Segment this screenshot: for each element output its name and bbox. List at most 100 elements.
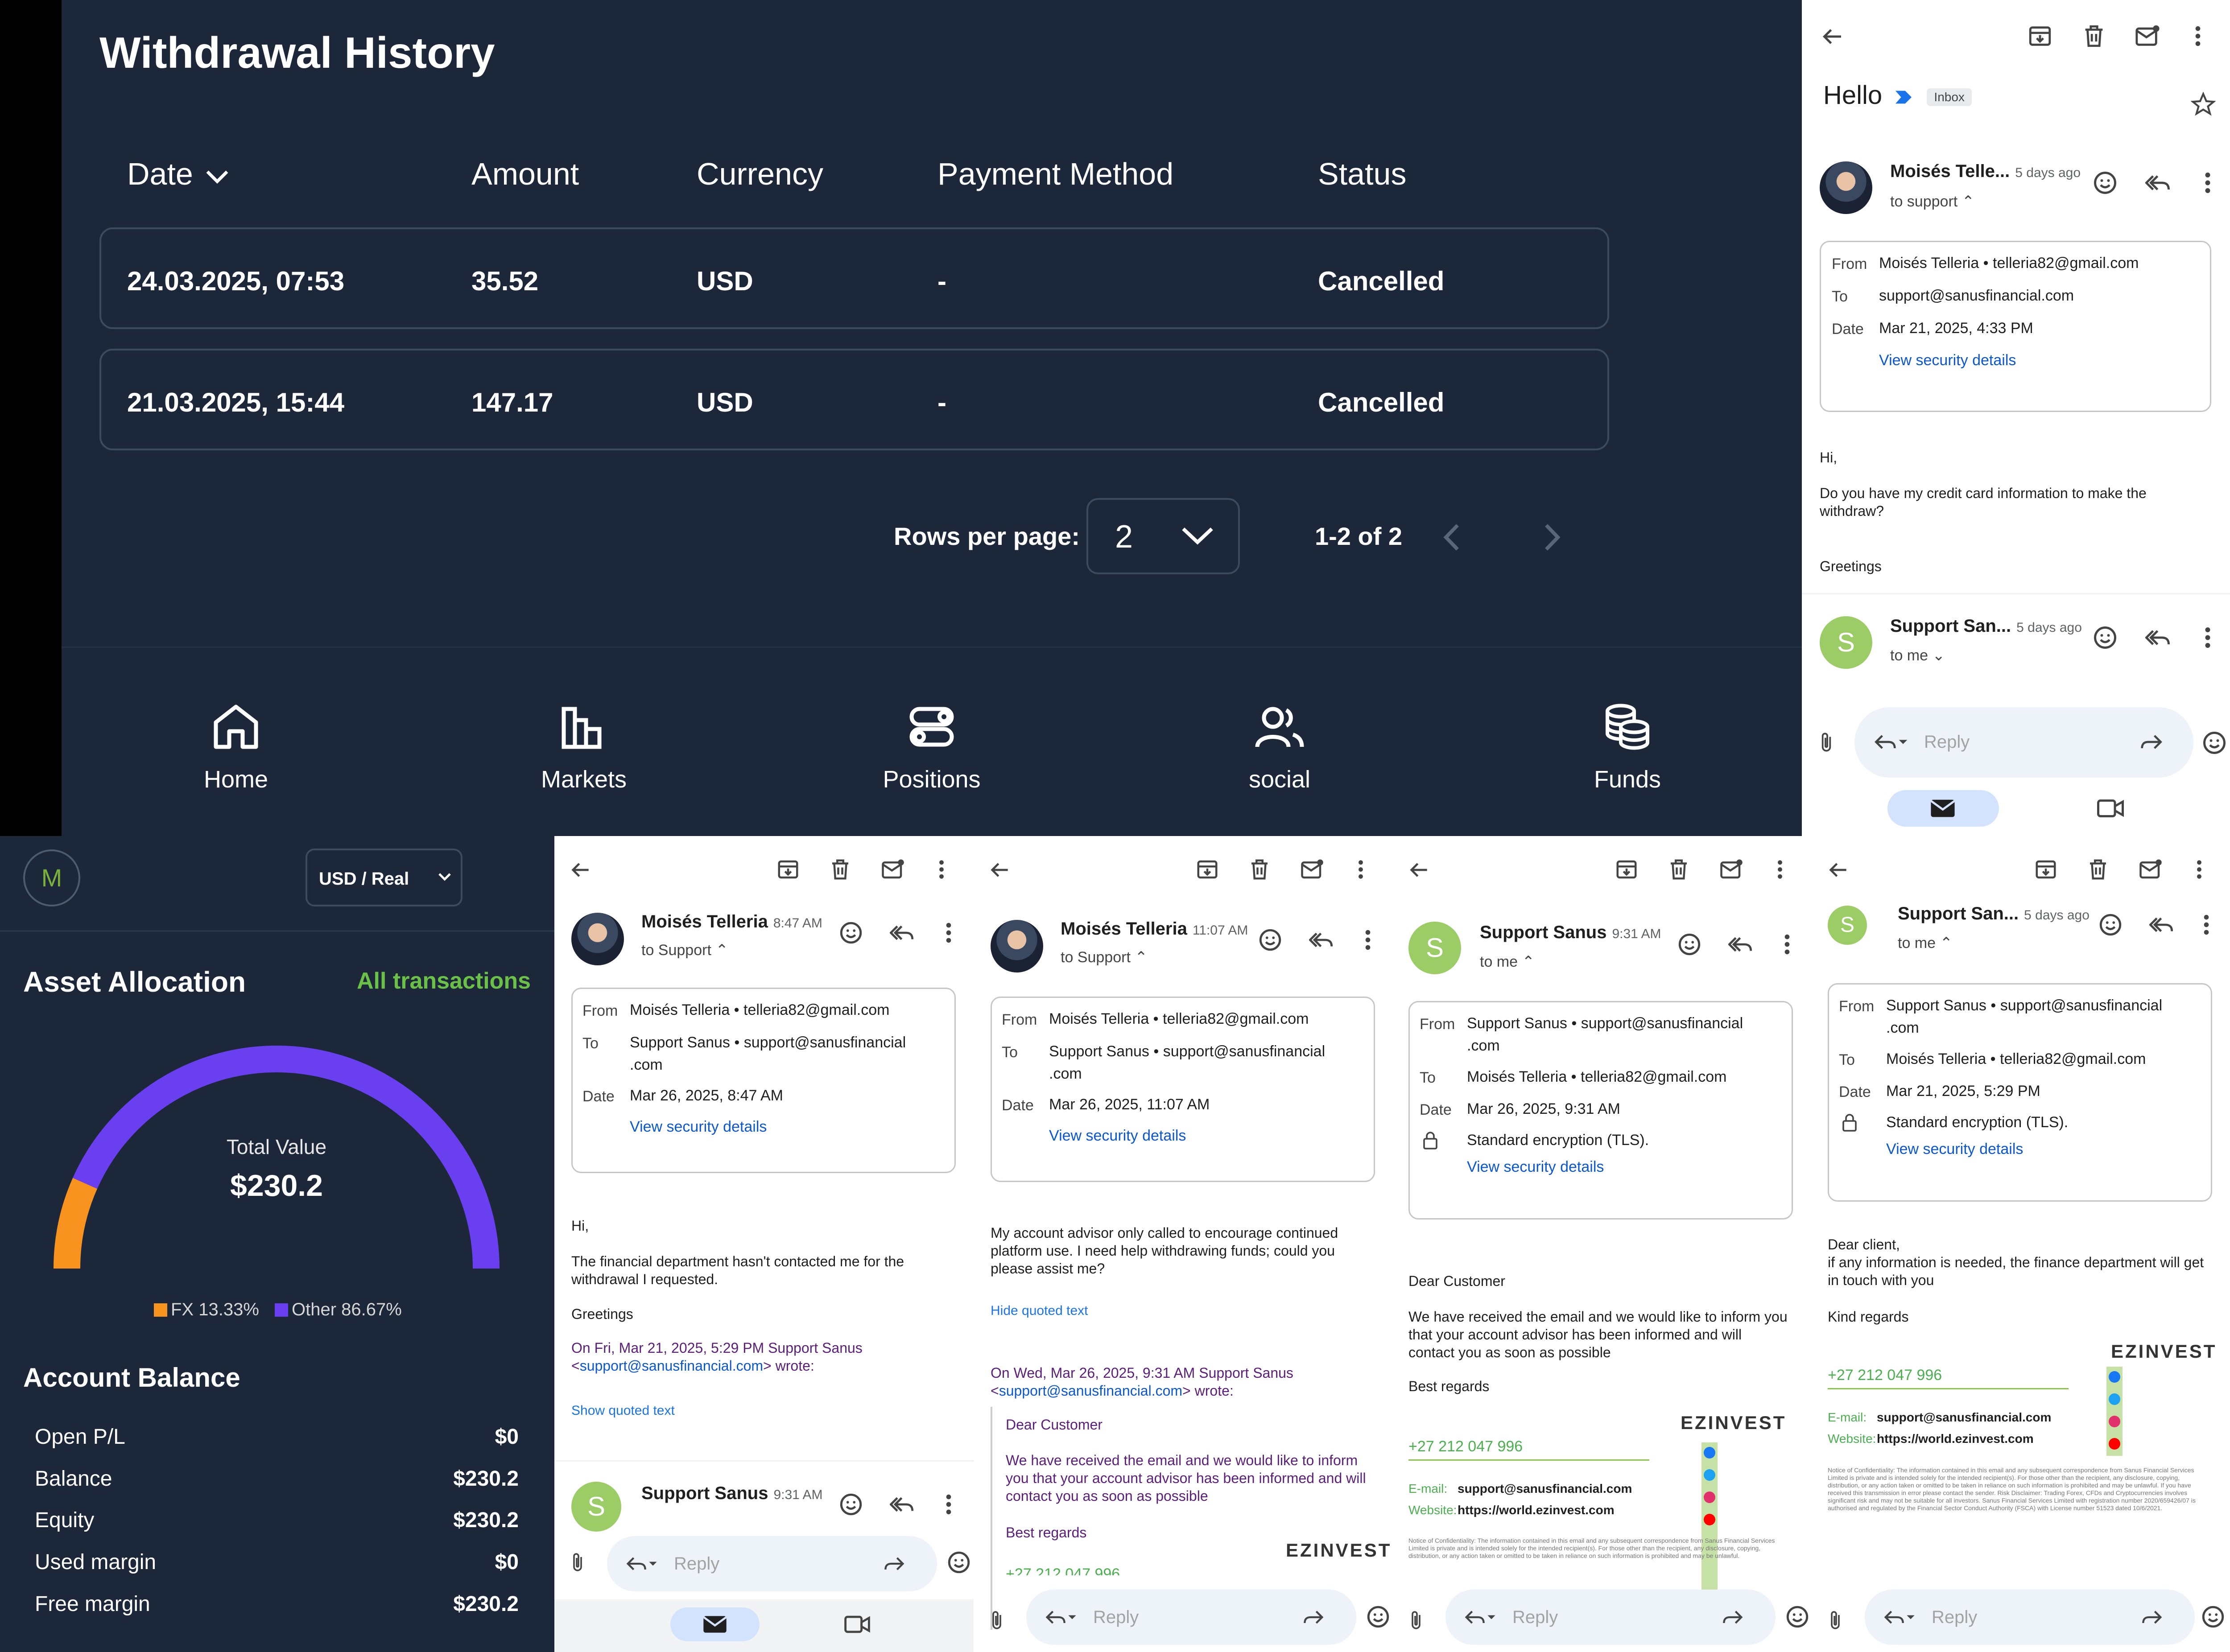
forward-icon[interactable] bbox=[2141, 1606, 2164, 1629]
emoji-icon[interactable] bbox=[946, 1549, 972, 1575]
video-icon[interactable] bbox=[2097, 797, 2124, 820]
video-icon[interactable] bbox=[844, 1614, 870, 1635]
more-vert-icon[interactable] bbox=[941, 920, 957, 946]
recipient-toggle[interactable]: to Support ⌃ bbox=[641, 941, 728, 959]
back-arrow-icon[interactable] bbox=[1406, 857, 1431, 882]
reply-all-icon[interactable] bbox=[2145, 624, 2172, 651]
email-value[interactable]: support@sanusfinancial.com bbox=[1458, 1482, 1632, 1496]
mark-unread-icon[interactable] bbox=[2135, 23, 2160, 49]
view-security-link[interactable]: View security details bbox=[1879, 352, 2016, 369]
trash-icon[interactable] bbox=[828, 857, 852, 882]
archive-icon[interactable] bbox=[1615, 857, 1639, 882]
more-vert-icon[interactable] bbox=[941, 1491, 957, 1517]
emoji-icon[interactable] bbox=[1677, 931, 1702, 957]
emoji-icon[interactable] bbox=[2200, 1604, 2226, 1630]
column-header-date[interactable]: Date bbox=[127, 156, 229, 192]
twitter-icon[interactable] bbox=[1704, 1469, 1715, 1481]
archive-icon[interactable] bbox=[2034, 857, 2058, 882]
instagram-icon[interactable] bbox=[2109, 1416, 2120, 1427]
facebook-icon[interactable] bbox=[1704, 1447, 1715, 1458]
reply-icon[interactable] bbox=[1871, 729, 1911, 754]
back-arrow-icon[interactable] bbox=[1819, 23, 1846, 50]
trash-icon[interactable] bbox=[2086, 857, 2110, 882]
hide-quoted-link[interactable]: Hide quoted text bbox=[991, 1303, 1088, 1318]
recipient-toggle[interactable]: to me ⌃ bbox=[1480, 953, 1535, 971]
reply-icon[interactable] bbox=[1041, 1606, 1080, 1629]
reply-all-icon[interactable] bbox=[2149, 912, 2175, 938]
view-security-link[interactable]: View security details bbox=[1467, 1158, 1604, 1176]
recipient-toggle[interactable]: to Support ⌃ bbox=[1061, 948, 1148, 966]
mail-tab[interactable] bbox=[1887, 790, 1999, 827]
nav-home[interactable]: Home bbox=[147, 700, 325, 793]
nav-positions[interactable]: Positions bbox=[842, 700, 1021, 793]
recipient-toggle[interactable]: to support ⌃ bbox=[1890, 193, 1974, 210]
attach-icon[interactable] bbox=[567, 1549, 588, 1575]
emoji-icon[interactable] bbox=[1784, 1604, 1810, 1630]
more-vert-icon[interactable] bbox=[2191, 857, 2207, 882]
reply-box[interactable]: Reply bbox=[1854, 707, 2193, 778]
website-value[interactable]: https://world.ezinvest.com bbox=[1458, 1503, 1615, 1517]
more-vert-icon[interactable] bbox=[1779, 931, 1795, 957]
nav-markets[interactable]: Markets bbox=[495, 700, 673, 793]
archive-icon[interactable] bbox=[2027, 23, 2053, 49]
reply-icon[interactable] bbox=[1880, 1606, 1918, 1629]
recipient-toggle[interactable]: to me ⌃ bbox=[1898, 934, 1953, 952]
all-transactions-link[interactable]: All transactions bbox=[357, 968, 531, 994]
recipient-toggle[interactable]: to me ⌄ bbox=[1890, 647, 1945, 664]
back-arrow-icon[interactable] bbox=[1825, 857, 1850, 882]
youtube-icon[interactable] bbox=[2109, 1438, 2120, 1450]
trash-icon[interactable] bbox=[1247, 857, 1272, 882]
back-arrow-icon[interactable] bbox=[568, 857, 593, 882]
view-security-link[interactable]: View security details bbox=[1049, 1127, 1186, 1145]
quote-email-link[interactable]: support@sanusfinancial.com bbox=[580, 1358, 763, 1374]
reply-box[interactable]: Reply bbox=[607, 1536, 937, 1591]
chevron-left-icon[interactable] bbox=[1441, 522, 1463, 553]
reply-icon[interactable] bbox=[1461, 1606, 1499, 1629]
avatar[interactable]: M bbox=[23, 849, 80, 906]
mark-unread-icon[interactable] bbox=[2139, 857, 2163, 882]
emoji-icon[interactable] bbox=[838, 1491, 864, 1517]
emoji-icon[interactable] bbox=[2201, 729, 2228, 756]
account-select[interactable]: USD / Real bbox=[306, 849, 463, 906]
mark-unread-icon[interactable] bbox=[1300, 857, 1324, 882]
more-vert-icon[interactable] bbox=[1353, 857, 1369, 882]
twitter-icon[interactable] bbox=[2109, 1393, 2120, 1405]
table-row[interactable]: 21.03.2025, 15:44 147.17 USD - Cancelled bbox=[99, 349, 1609, 450]
inbox-label[interactable]: Inbox bbox=[1927, 88, 1972, 106]
chevron-right-icon[interactable] bbox=[1541, 522, 1563, 553]
forward-icon[interactable] bbox=[1722, 1606, 1745, 1629]
reply-box[interactable]: Reply bbox=[1026, 1590, 1356, 1645]
reply-box[interactable]: Reply bbox=[1445, 1590, 1776, 1645]
mark-unread-icon[interactable] bbox=[881, 857, 905, 882]
table-row[interactable]: 24.03.2025, 07:53 35.52 USD - Cancelled bbox=[99, 227, 1609, 329]
reply-all-icon[interactable] bbox=[890, 920, 916, 946]
more-vert-icon[interactable] bbox=[2198, 912, 2214, 938]
forward-icon[interactable] bbox=[1303, 1606, 1326, 1629]
email-value[interactable]: support@sanusfinancial.com bbox=[1877, 1410, 2051, 1425]
nav-funds[interactable]: Funds bbox=[1538, 700, 1717, 793]
reply-all-icon[interactable] bbox=[890, 1491, 916, 1517]
archive-icon[interactable] bbox=[1195, 857, 1219, 882]
emoji-icon[interactable] bbox=[2092, 624, 2118, 651]
back-arrow-icon[interactable] bbox=[987, 857, 1012, 882]
youtube-icon[interactable] bbox=[1704, 1514, 1715, 1525]
forward-icon[interactable] bbox=[2140, 729, 2165, 754]
emoji-icon[interactable] bbox=[2098, 912, 2123, 938]
reply-icon[interactable] bbox=[622, 1552, 661, 1575]
attach-icon[interactable] bbox=[1815, 729, 1838, 756]
emoji-icon[interactable] bbox=[838, 920, 864, 946]
more-vert-icon[interactable] bbox=[1360, 927, 1376, 953]
website-value[interactable]: https://world.ezinvest.com bbox=[1877, 1432, 2034, 1446]
facebook-icon[interactable] bbox=[2109, 1371, 2120, 1383]
attach-icon[interactable] bbox=[1825, 1607, 1846, 1633]
reply-all-icon[interactable] bbox=[1309, 927, 1335, 953]
more-vert-icon[interactable] bbox=[1772, 857, 1788, 882]
attach-icon[interactable] bbox=[1405, 1607, 1427, 1633]
emoji-icon[interactable] bbox=[1365, 1604, 1391, 1630]
chevron-down-icon[interactable] bbox=[206, 169, 229, 184]
reply-box[interactable]: Reply bbox=[1865, 1590, 2195, 1645]
archive-icon[interactable] bbox=[776, 857, 800, 882]
emoji-icon[interactable] bbox=[1257, 927, 1283, 953]
mark-unread-icon[interactable] bbox=[1719, 857, 1743, 882]
emoji-icon[interactable] bbox=[2092, 169, 2118, 196]
